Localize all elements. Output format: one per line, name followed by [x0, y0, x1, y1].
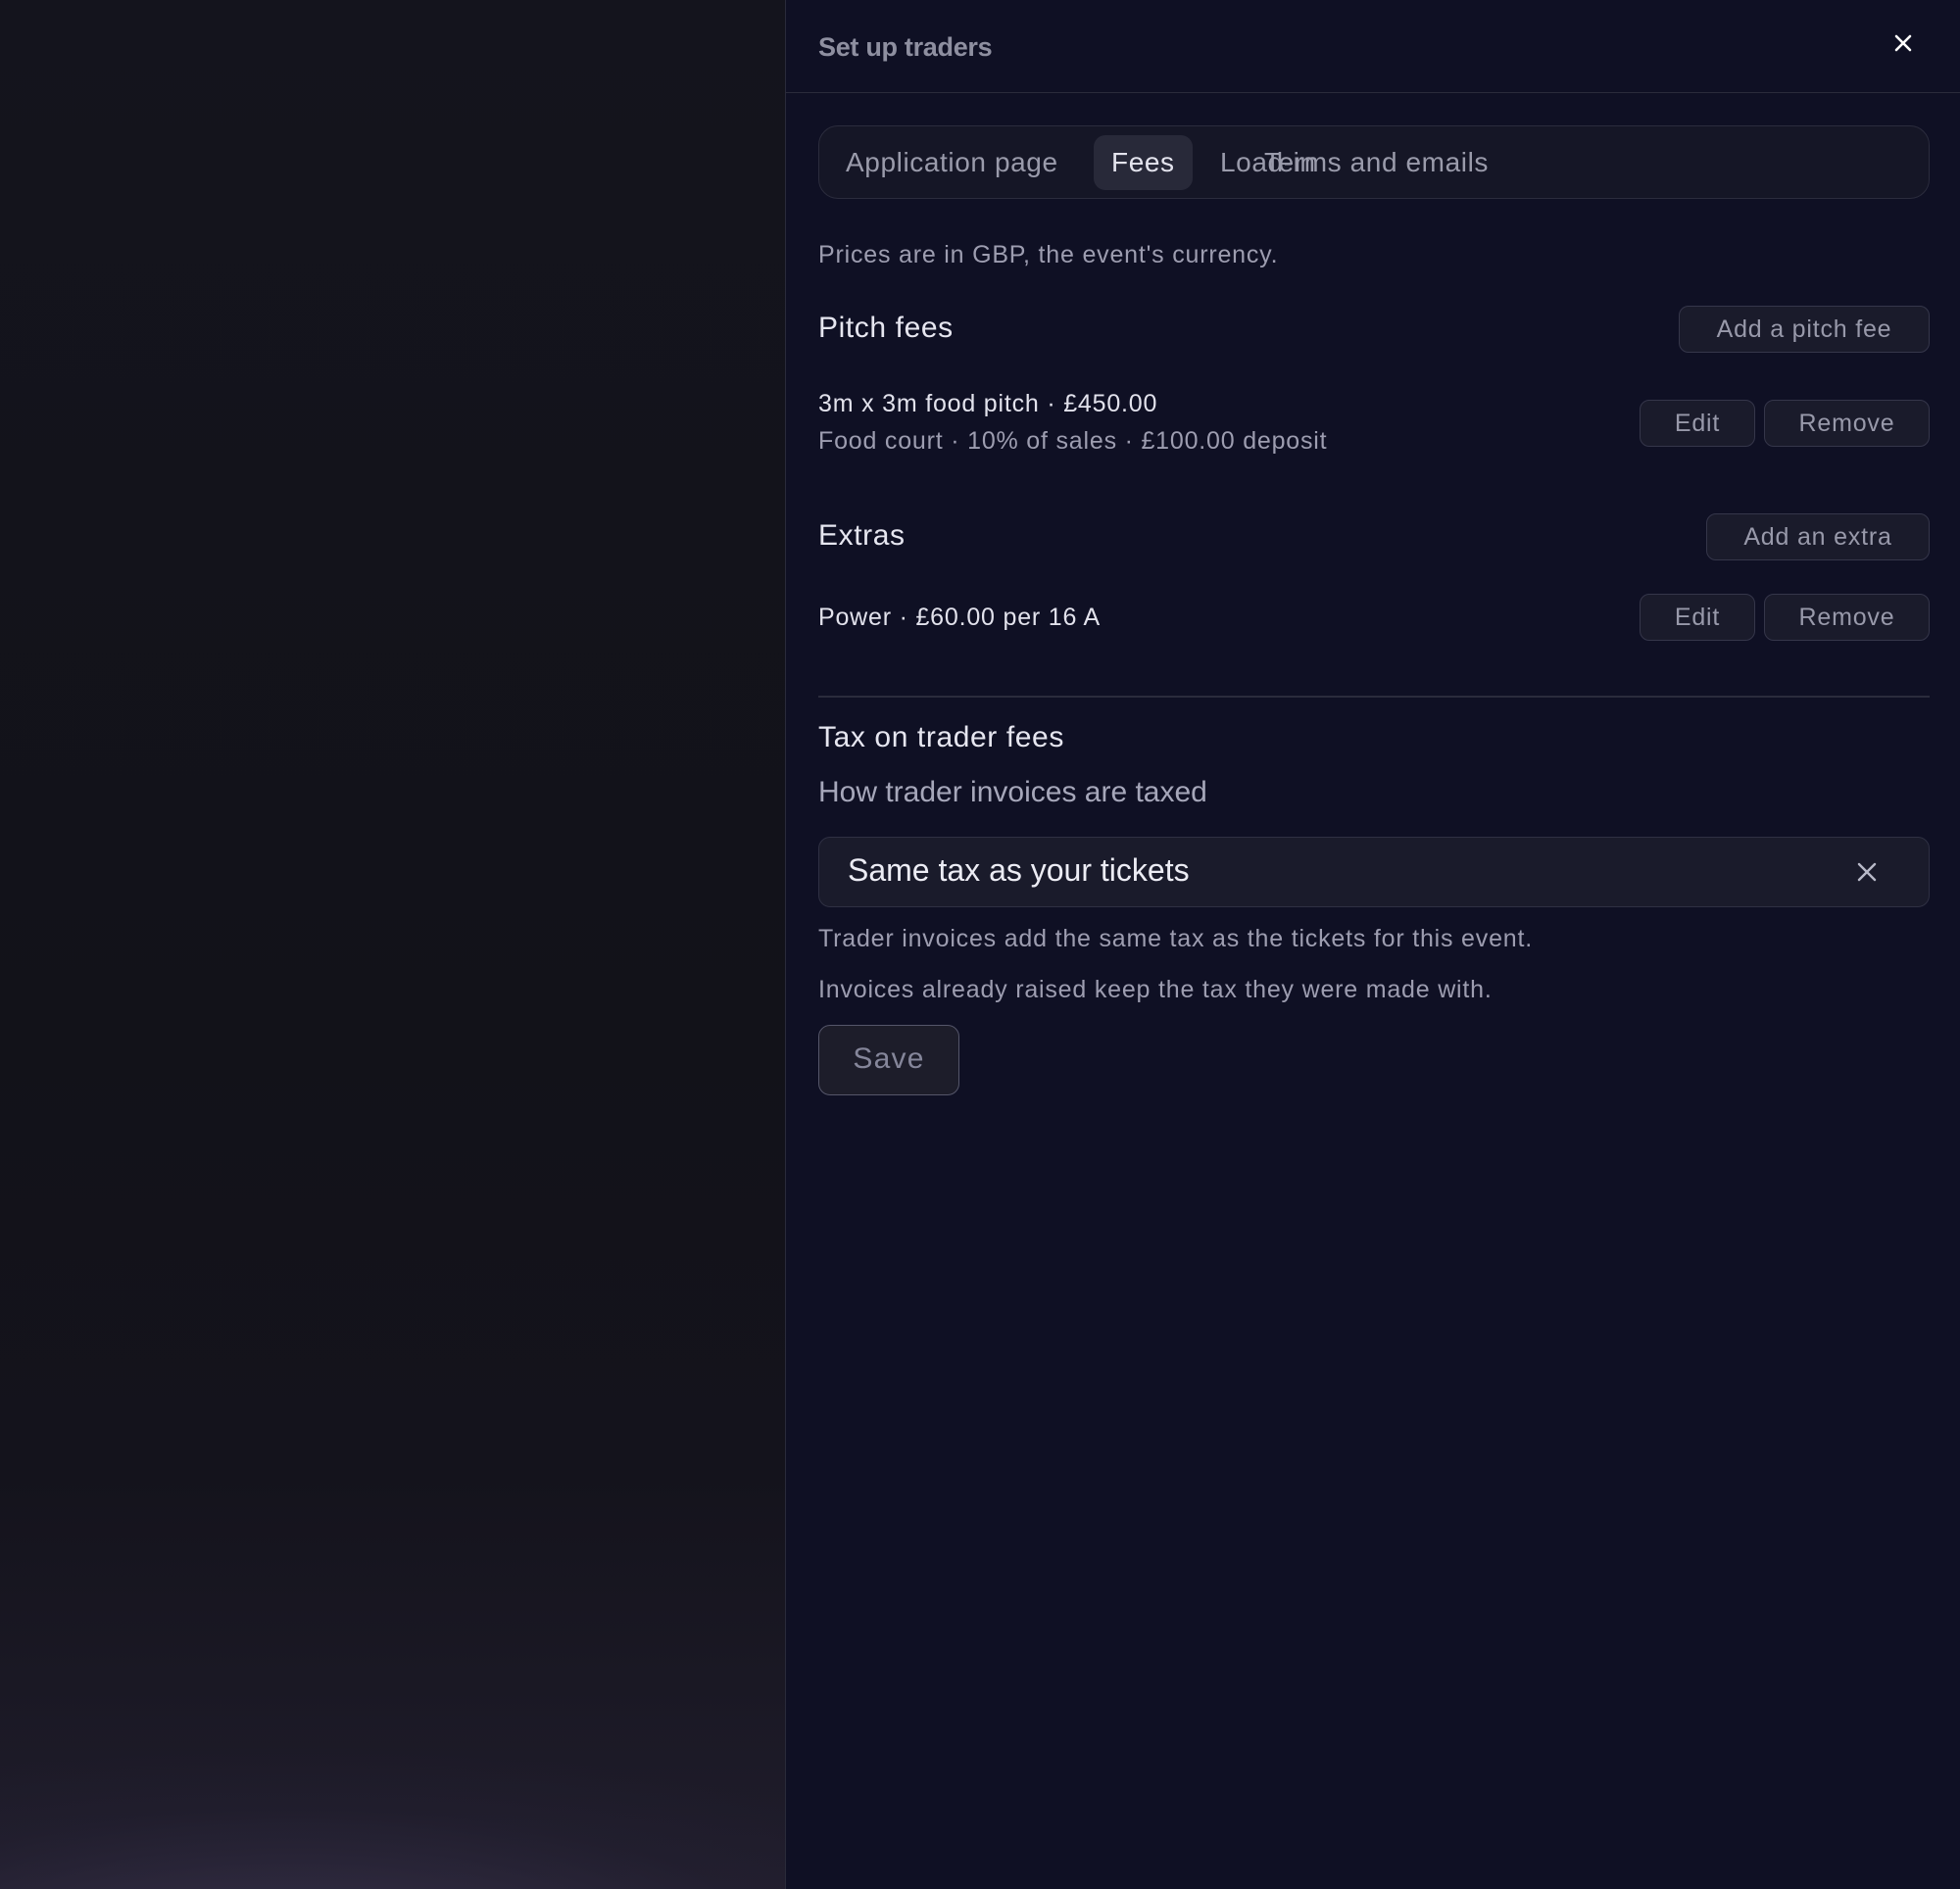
tax-field-label: How trader invoices are taxed — [818, 776, 1207, 808]
close-icon — [1894, 34, 1912, 52]
extra-summary: Power · £60.00 per 16 A — [818, 604, 1102, 631]
tab-bar: Application page Fees Load-in Terms and … — [818, 125, 1930, 199]
tab-terms-and-emails[interactable]: Terms and emails — [1247, 135, 1506, 190]
clear-icon — [1857, 862, 1877, 882]
section-divider — [818, 696, 1930, 698]
clear-selection-button[interactable] — [1850, 855, 1884, 889]
pitch-fees-heading: Pitch fees — [818, 312, 954, 344]
close-button[interactable] — [1886, 25, 1921, 61]
tab-application-page[interactable]: Application page — [828, 135, 1076, 190]
page-backdrop — [0, 0, 785, 1889]
remove-pitch-fee-button[interactable]: Remove — [1764, 400, 1930, 447]
panel-content: Application page Fees Load-in Terms and … — [818, 125, 1930, 1095]
save-button[interactable]: Save — [818, 1025, 959, 1095]
panel-title: Set up traders — [818, 32, 993, 62]
set-up-traders-panel: Set up traders Application page Fees Loa… — [785, 0, 1960, 1889]
currency-note: Prices are in GBP, the event's currency. — [818, 241, 1279, 268]
edit-pitch-fee-button[interactable]: Edit — [1640, 400, 1755, 447]
panel-header: Set up traders — [786, 0, 1960, 93]
tax-select-value: Same tax as your tickets — [848, 852, 1190, 888]
pitch-fee-details: Food court · 10% of sales · £100.00 depo… — [818, 427, 1328, 455]
tax-select[interactable]: Same tax as your tickets — [818, 837, 1930, 907]
tab-fees[interactable]: Fees — [1094, 135, 1193, 190]
remove-extra-button[interactable]: Remove — [1764, 594, 1930, 641]
extras-heading: Extras — [818, 519, 906, 552]
add-extra-button[interactable]: Add an extra — [1706, 513, 1930, 560]
tax-help-line-2: Invoices already raised keep the tax the… — [818, 976, 1493, 1003]
pitch-fee-summary: 3m x 3m food pitch · £450.00 — [818, 390, 1158, 417]
edit-extra-button[interactable]: Edit — [1640, 594, 1755, 641]
tax-heading: Tax on trader fees — [818, 721, 1064, 753]
add-pitch-fee-button[interactable]: Add a pitch fee — [1679, 306, 1930, 353]
tax-help-line-1: Trader invoices add the same tax as the … — [818, 925, 1533, 952]
